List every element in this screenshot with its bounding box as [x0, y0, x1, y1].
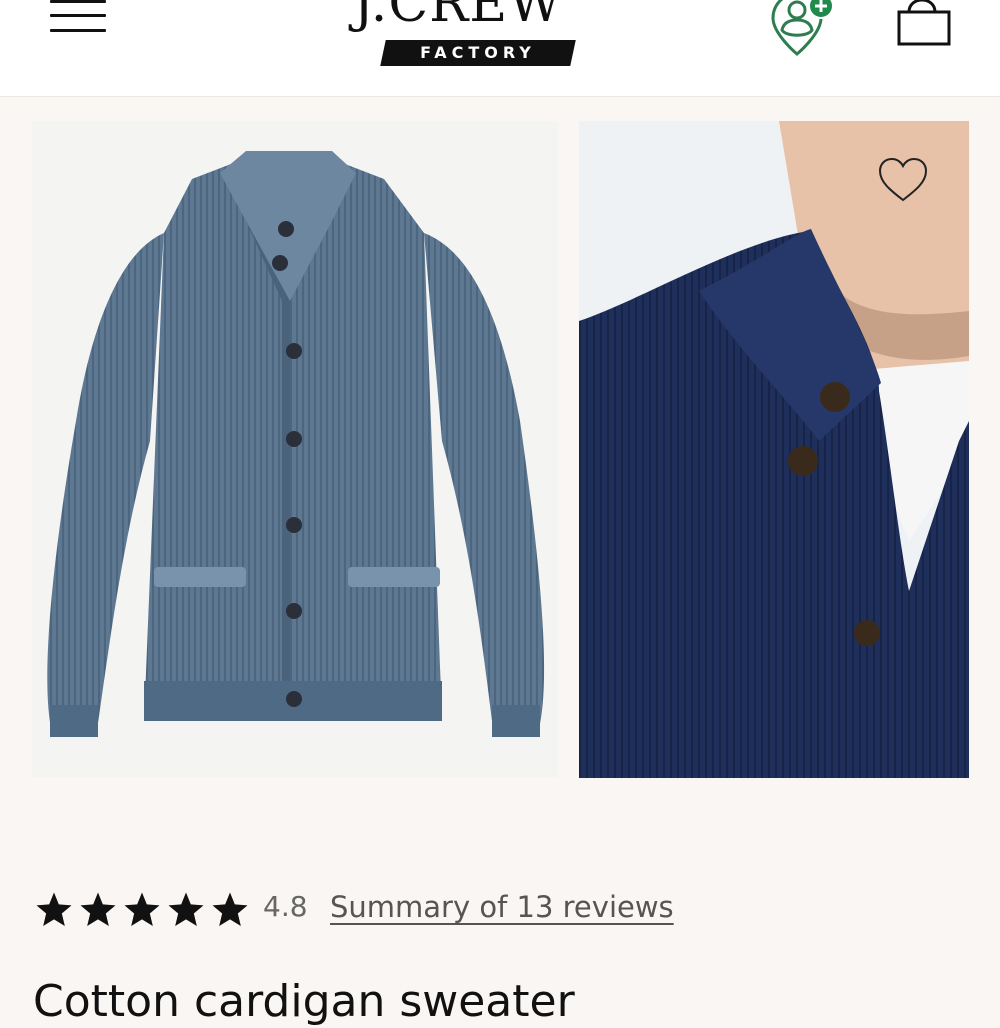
logo-subtitle: FACTORY — [420, 43, 536, 62]
jcrew-factory-logo[interactable]: J.CREW FACTORY — [345, 0, 605, 74]
account-location-pin-icon — [771, 0, 834, 56]
hamburger-menu-icon-bar — [50, 14, 106, 17]
favorite-button[interactable] — [876, 156, 930, 206]
star-rating — [32, 884, 252, 936]
shopping-bag-icon — [897, 0, 951, 46]
cardigan-model-image — [579, 121, 969, 778]
star-icon — [120, 884, 164, 936]
reviews-summary-link[interactable]: Summary of 13 reviews — [330, 890, 674, 924]
product-image-model[interactable] — [579, 121, 969, 778]
product-image-main[interactable] — [32, 121, 558, 777]
rating-value: 4.8 — [263, 890, 308, 923]
hamburger-menu-icon-bar — [50, 29, 106, 32]
cardigan-flat-image — [47, 151, 545, 737]
product-image-gallery[interactable] — [32, 121, 1000, 779]
shopping-bag-button[interactable] — [893, 0, 955, 50]
star-icon — [164, 884, 208, 936]
logo-wordmark: J.CREW — [353, 0, 563, 34]
star-icon — [208, 884, 252, 936]
rating-row: 4.8 Summary of 13 reviews — [32, 884, 732, 936]
heart-outline-icon — [878, 157, 928, 202]
menu-button[interactable] — [48, 0, 108, 36]
account-button[interactable] — [770, 0, 840, 60]
star-icon — [32, 884, 76, 936]
product-title: Cotton cardigan sweater — [33, 976, 575, 1027]
hamburger-menu-icon — [50, 0, 106, 3]
site-header: J.CREW FACTORY — [0, 0, 1000, 97]
star-icon — [76, 884, 120, 936]
